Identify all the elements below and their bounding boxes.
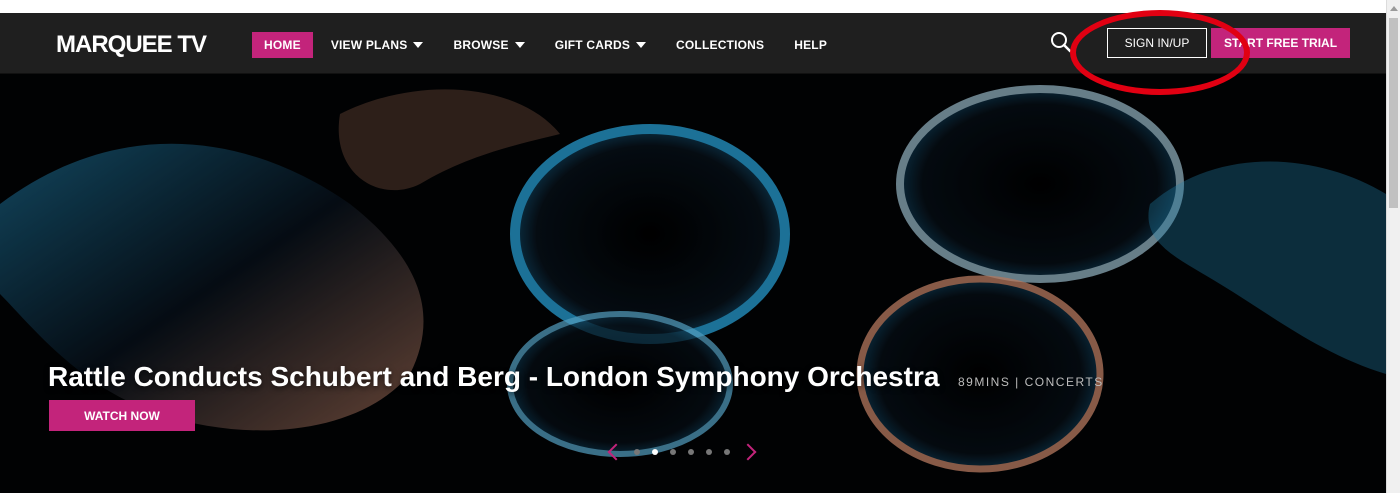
carousel-dot[interactable] bbox=[634, 449, 640, 455]
carousel-dot[interactable] bbox=[706, 449, 712, 455]
start-free-trial-button[interactable]: START FREE TRIAL bbox=[1211, 28, 1350, 58]
hero-title: Rattle Conducts Schubert and Berg - Lond… bbox=[48, 361, 940, 392]
nav-view-plans-label: VIEW PLANS bbox=[330, 38, 408, 52]
search-icon[interactable] bbox=[1050, 31, 1072, 53]
carousel-dot[interactable] bbox=[724, 449, 730, 455]
hero-meta: 89MINS | CONCERTS bbox=[958, 375, 1104, 389]
nav-help-label: HELP bbox=[794, 38, 828, 52]
nav-browse-label: BROWSE bbox=[453, 38, 509, 52]
carousel-dot[interactable] bbox=[688, 449, 694, 455]
nav-collections[interactable]: COLLECTIONS bbox=[664, 32, 776, 58]
marquee-tv-logo[interactable]: MARQUEE TV bbox=[56, 31, 207, 59]
nav-view-plans[interactable]: VIEW PLANS bbox=[319, 32, 436, 58]
top-gap bbox=[0, 0, 1386, 13]
nav-browse[interactable]: BROWSE bbox=[441, 32, 536, 58]
scroll-up-arrow-icon[interactable] bbox=[1390, 6, 1398, 11]
chevron-right-icon[interactable] bbox=[739, 443, 757, 461]
top-navbar: MARQUEE TV HOME VIEW PLANS BROWSE GIFT C… bbox=[0, 13, 1386, 74]
sign-in-button[interactable]: SIGN IN/UP bbox=[1107, 28, 1207, 58]
scroll-thumb[interactable] bbox=[1389, 18, 1398, 208]
primary-nav: HOME VIEW PLANS BROWSE GIFT CARDS COLLEC… bbox=[252, 32, 845, 58]
watch-now-button[interactable]: WATCH NOW bbox=[49, 400, 195, 431]
nav-gift-cards-label: GIFT CARDS bbox=[554, 38, 631, 52]
hero-banner: Rattle Conducts Schubert and Berg - Lond… bbox=[0, 74, 1386, 493]
nav-home[interactable]: HOME bbox=[252, 32, 313, 58]
hero-abstract-art bbox=[0, 74, 1386, 493]
nav-gift-cards[interactable]: GIFT CARDS bbox=[543, 32, 658, 58]
nav-help[interactable]: HELP bbox=[782, 32, 839, 58]
nav-collections-label: COLLECTIONS bbox=[676, 38, 765, 52]
carousel-dot[interactable] bbox=[670, 449, 676, 455]
carousel-dot-active[interactable] bbox=[652, 449, 658, 455]
nav-home-label: HOME bbox=[264, 38, 301, 52]
page: MARQUEE TV HOME VIEW PLANS BROWSE GIFT C… bbox=[0, 0, 1386, 493]
chevron-left-icon[interactable] bbox=[607, 443, 625, 461]
carousel-controls bbox=[607, 440, 780, 464]
vertical-scrollbar[interactable] bbox=[1386, 0, 1400, 493]
chevron-down-icon bbox=[413, 42, 424, 48]
chevron-down-icon bbox=[514, 42, 525, 48]
chevron-down-icon bbox=[636, 42, 647, 48]
